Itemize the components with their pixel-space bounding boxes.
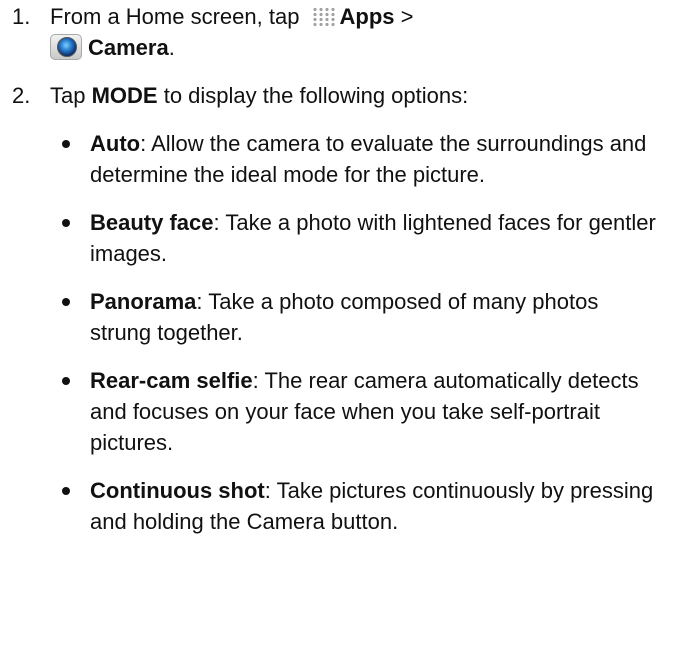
step-1: 1. From a Home screen, tap Apps > Camera… — [0, 1, 682, 63]
option-rear-cam-selfie: Rear-cam selfie: The rear camera automat… — [50, 365, 662, 458]
apps-label: Apps — [339, 4, 395, 29]
bullet-icon — [62, 487, 70, 495]
bullet-icon — [62, 140, 70, 148]
option-beauty-face: Beauty face: Take a photo with lightened… — [50, 207, 662, 269]
step-text: From a Home screen, tap — [50, 4, 306, 29]
step-text: Tap — [50, 83, 92, 108]
option-title: Beauty face — [90, 210, 214, 235]
separator: > — [394, 4, 414, 29]
step-end: . — [168, 35, 175, 60]
mode-options-list: Auto: Allow the camera to evaluate the s… — [50, 128, 662, 537]
step-number: 2. — [12, 83, 31, 108]
option-title: Continuous shot — [90, 478, 265, 503]
option-panorama: Panorama: Take a photo composed of many … — [50, 286, 662, 348]
bullet-icon — [62, 219, 70, 227]
camera-app-icon — [50, 34, 82, 60]
step-2: 2. Tap MODE to display the following opt… — [0, 80, 682, 537]
option-continuous-shot: Continuous shot: Take pictures continuou… — [50, 475, 662, 537]
option-title: Rear-cam selfie — [90, 368, 253, 393]
option-auto: Auto: Allow the camera to evaluate the s… — [50, 128, 662, 190]
step-number: 1. — [12, 4, 31, 29]
mode-label: MODE — [91, 83, 158, 108]
bullet-icon — [62, 377, 70, 385]
camera-label: Camera — [88, 35, 169, 60]
step-text-after: to display the following options: — [157, 83, 469, 108]
option-desc: : Allow the camera to evaluate the surro… — [90, 131, 647, 187]
apps-grid-icon — [311, 7, 336, 27]
option-title: Auto — [90, 131, 141, 156]
option-title: Panorama — [90, 289, 197, 314]
instruction-page: 1. From a Home screen, tap Apps > Camera… — [0, 0, 682, 663]
camera-lens-icon — [57, 37, 77, 57]
bullet-icon — [62, 298, 70, 306]
